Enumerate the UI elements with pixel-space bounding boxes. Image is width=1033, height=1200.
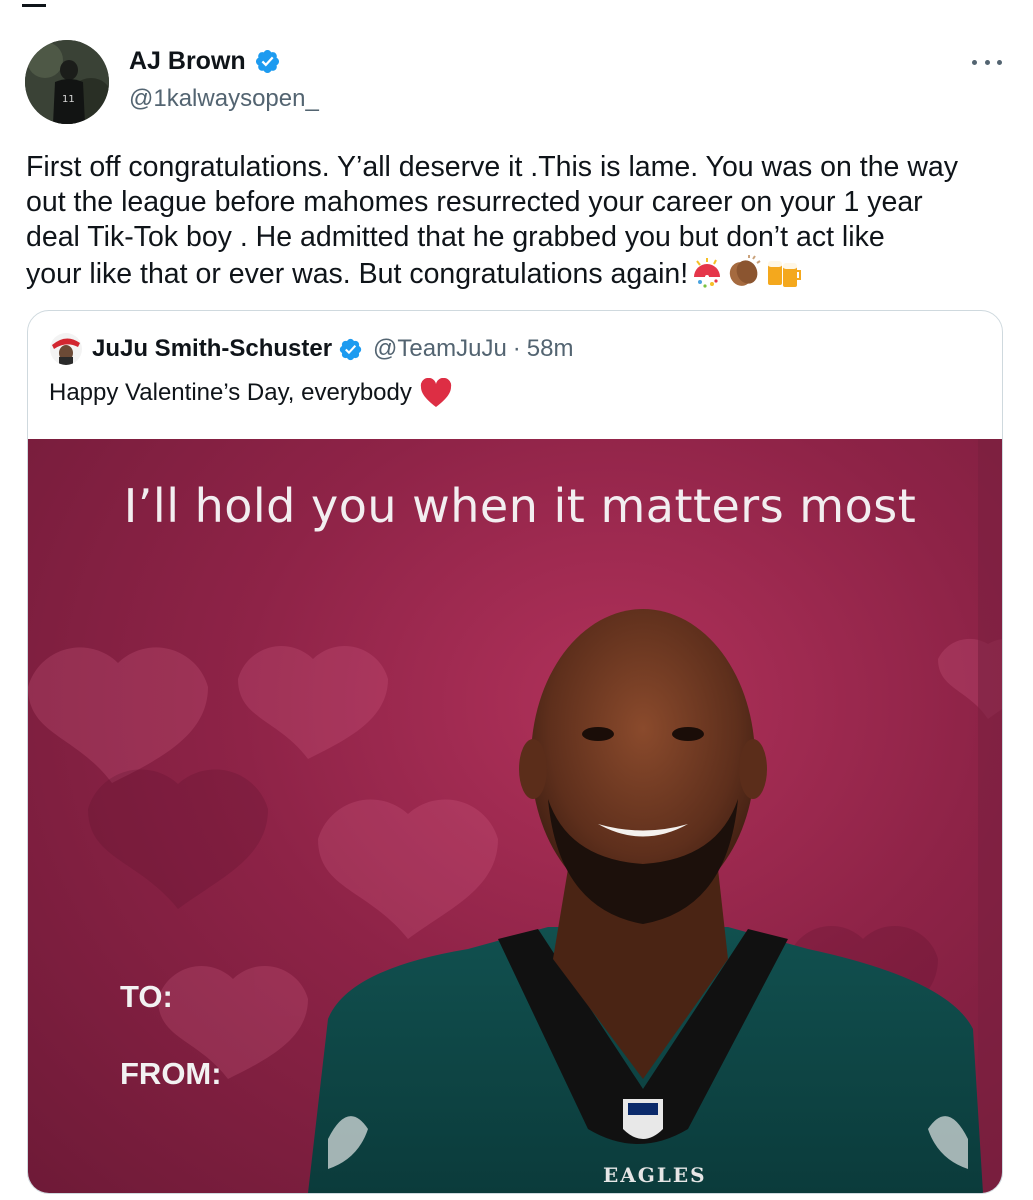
quoted-tweet-image[interactable]: I’ll hold you when it matters most TO: F… — [28, 439, 1002, 1193]
card-from-label: FROM: — [120, 1056, 222, 1091]
quoted-tweet-text-row: Happy Valentine’s Day, everybody — [49, 377, 452, 409]
quoted-author-name[interactable]: JuJu Smith-Schuster — [92, 333, 332, 365]
quoted-author-handle[interactable]: @TeamJuJu — [373, 333, 507, 365]
quoted-author-avatar[interactable] — [50, 333, 82, 365]
red-heart-icon — [420, 378, 451, 407]
quoted-tweet-header: JuJu Smith-Schuster @TeamJuJu · 58m — [50, 333, 573, 365]
dot — [984, 59, 990, 65]
previous-post-edge — [0, 0, 1033, 10]
verified-badge-icon — [255, 49, 279, 73]
quoted-tweet-text: Happy Valentine’s Day, everybody — [49, 379, 412, 406]
card-headline: I’ll hold you when it matters most — [123, 479, 917, 533]
more-options-button[interactable] — [972, 52, 1002, 72]
jersey-text: EAGLES — [603, 1163, 707, 1187]
clapping-hands-icon — [726, 255, 762, 298]
author-name-row[interactable]: AJ Brown — [129, 46, 281, 76]
confetti-ball-icon — [690, 255, 724, 298]
quoted-tweet-card[interactable]: JuJu Smith-Schuster @TeamJuJu · 58m Happ… — [27, 310, 1003, 1194]
meta-separator: · — [512, 335, 521, 362]
author-name[interactable]: AJ Brown — [129, 46, 246, 76]
dot — [972, 59, 977, 65]
beer-mugs-icon — [764, 255, 802, 298]
tweet-text: First off congratulations. Y’all deserve… — [26, 151, 958, 290]
author-handle[interactable]: @1kalwaysopen_ — [129, 84, 319, 114]
card-to-label: TO: — [120, 979, 173, 1014]
author-avatar[interactable]: 11 — [25, 40, 109, 124]
tweet-body: First off congratulations. Y’all deserve… — [26, 150, 1016, 298]
svg-text:11: 11 — [62, 94, 75, 105]
dot — [997, 59, 1002, 65]
back-arrow-icon — [22, 0, 46, 7]
verified-badge-icon — [339, 338, 362, 360]
quoted-timestamp[interactable]: 58m — [527, 333, 574, 365]
